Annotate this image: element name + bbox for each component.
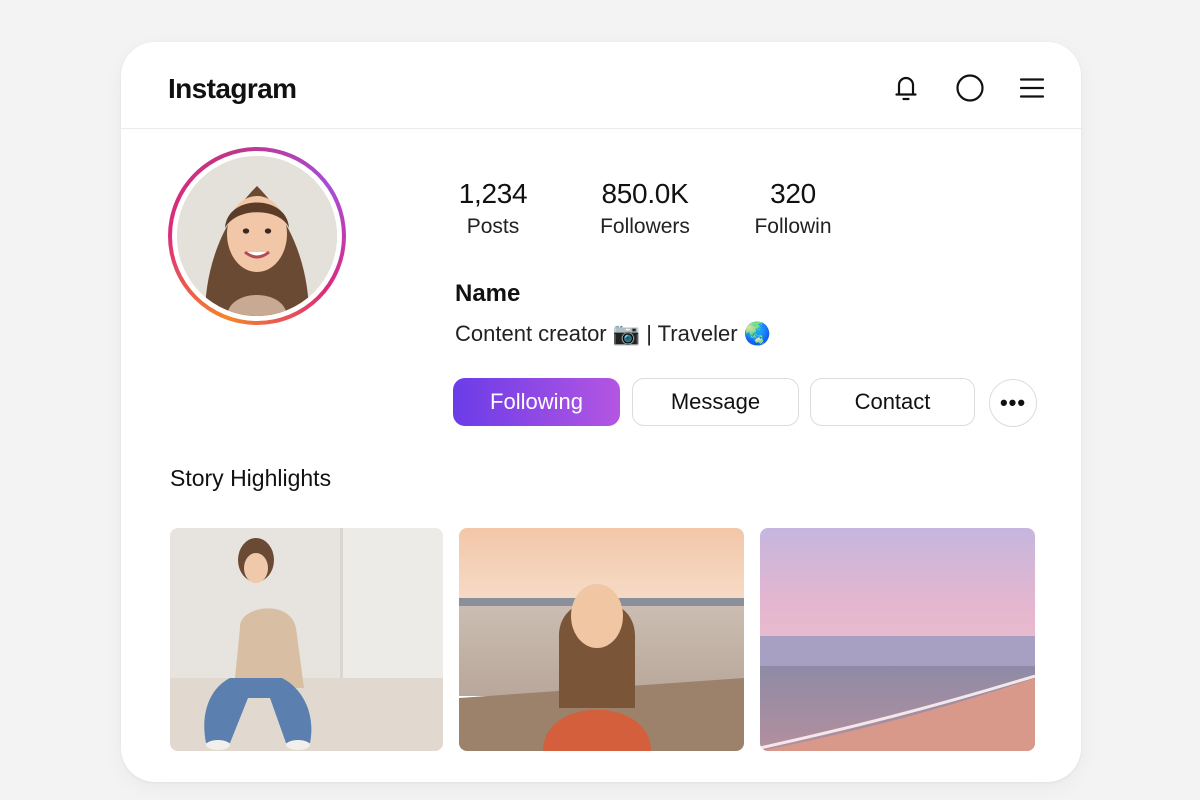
stat-following[interactable]: 320 Followin (713, 177, 873, 239)
avatar-story-ring[interactable] (168, 147, 346, 325)
stat-posts-count: 1,234 (458, 178, 528, 209)
profile-name: Name (455, 280, 521, 307)
bell-icon[interactable] (890, 72, 922, 104)
stat-followers-count: 850.0K (601, 178, 689, 209)
avatar (177, 156, 337, 316)
contact-button[interactable]: Contact (810, 378, 975, 426)
stat-followers-label: Followers (600, 214, 690, 238)
app-logo[interactable]: Instagram (168, 73, 297, 105)
highlight-image-beach-portrait (459, 528, 744, 751)
message-button[interactable]: Message (632, 378, 799, 426)
more-options-button[interactable]: ••• (989, 379, 1037, 427)
highlight-tile[interactable] (760, 528, 1035, 751)
highlight-tile[interactable] (170, 528, 443, 751)
following-button[interactable]: Following (453, 378, 620, 426)
stat-following-label: Followin (754, 214, 832, 238)
stat-posts-label: Posts (466, 214, 520, 238)
highlights-title: Story Highlights (170, 465, 332, 491)
highlight-image-studio (170, 528, 443, 751)
circle-icon[interactable] (954, 72, 986, 104)
more-dots-icon: ••• (999, 390, 1027, 415)
highlight-image-sunset-beach (760, 528, 1035, 751)
stat-followers[interactable]: 850.0K Followers (565, 177, 725, 239)
stat-posts[interactable]: 1,234 Posts (413, 177, 573, 239)
profile-card: Instagram 1,234 Posts 850.0K Followers 3… (121, 42, 1081, 782)
stat-following-count: 320 (770, 178, 816, 209)
top-bar: Instagram (121, 42, 1081, 129)
menu-icon[interactable] (1016, 72, 1048, 104)
profile-bio: Content creator 📷 | Traveler 🌏 (455, 321, 772, 346)
highlight-tile[interactable] (459, 528, 744, 751)
